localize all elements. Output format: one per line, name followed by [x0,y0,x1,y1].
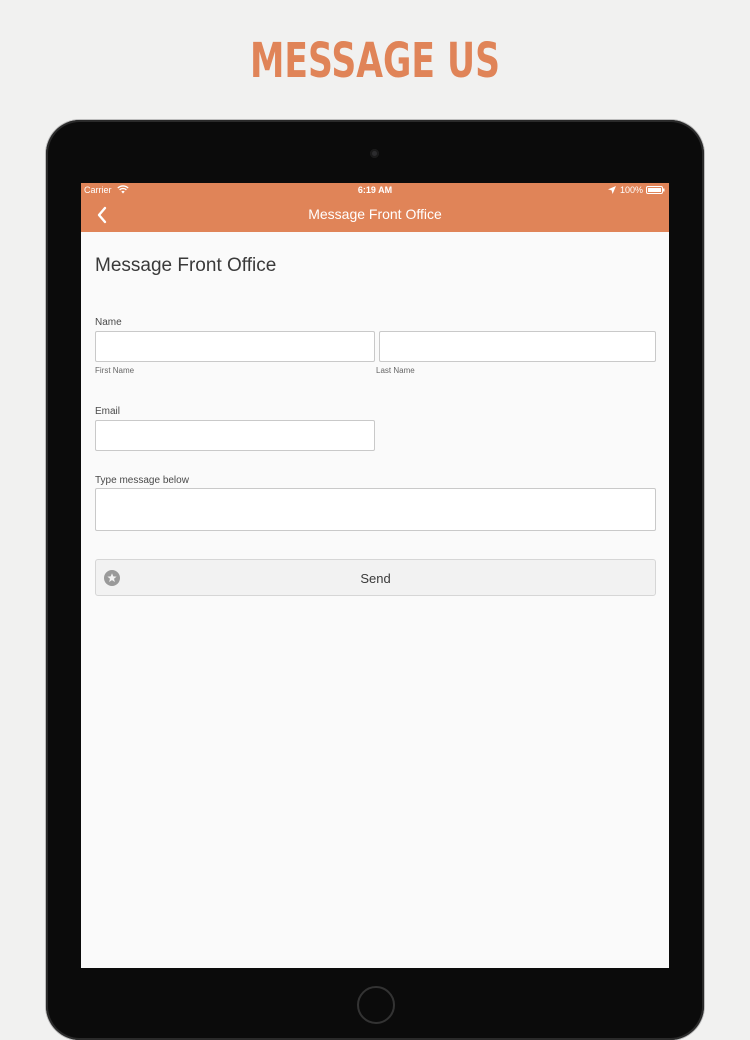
status-time: 6:19 AM [357,185,393,195]
message-textarea[interactable] [95,488,656,531]
last-name-sublabel: Last Name [376,366,415,375]
tablet-device-frame: Carrier 6:19 AM 100% Message Front Offic… [46,120,704,1040]
email-field[interactable] [95,420,375,451]
email-label: Email [95,406,121,417]
navigation-bar: Carrier 6:19 AM 100% Message Front Offic… [81,183,669,232]
battery-icon [646,186,665,194]
page-headline: MESSAGE US [250,33,500,89]
app-screen: Carrier 6:19 AM 100% Message Front Offic… [81,183,669,968]
message-label: Type message below [95,475,189,486]
navbar-title: Message Front Office [308,206,442,222]
send-button[interactable]: Send [95,559,656,596]
name-label: Name [95,317,122,328]
camera-icon [370,149,379,158]
location-arrow-icon [608,186,616,194]
home-button[interactable] [357,986,395,1024]
page-title: Message Front Office [95,255,277,276]
first-name-field[interactable] [95,331,375,362]
status-bar: Carrier 6:19 AM 100% [81,183,669,197]
status-battery-percent: 100% [620,185,644,195]
send-button-label: Send [360,571,391,586]
first-name-sublabel: First Name [95,366,135,375]
last-name-field[interactable] [379,331,656,362]
